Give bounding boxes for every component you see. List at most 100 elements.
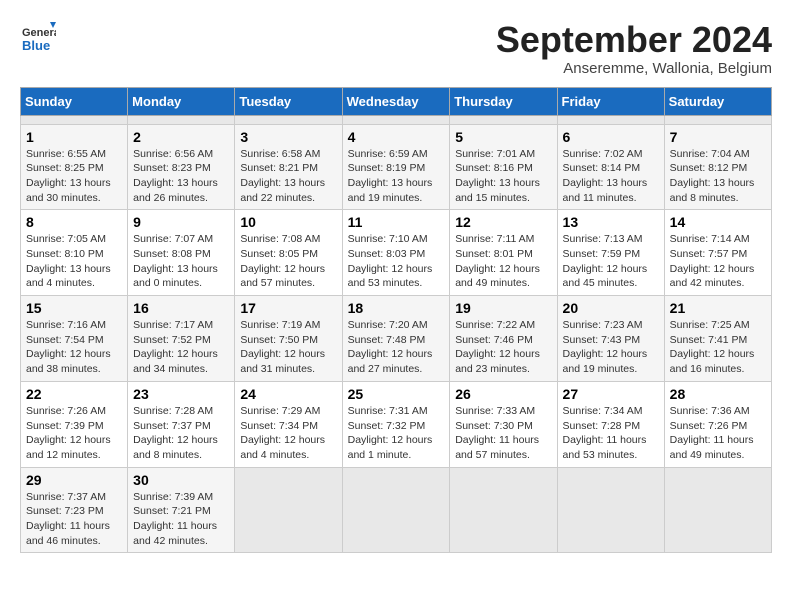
day-number: 26 [455, 386, 551, 402]
calendar-cell: 9Sunrise: 7:07 AM Sunset: 8:08 PM Daylig… [128, 210, 235, 296]
day-number: 8 [26, 214, 122, 230]
day-number: 24 [240, 386, 336, 402]
calendar-cell: 5 Sunrise: 7:01 AM Sunset: 8:16 PM Daylig… [450, 124, 557, 210]
day-number: 9 [133, 214, 229, 230]
title-area: September 2024 Anseremme, Wallonia, Belg… [496, 20, 772, 77]
day-number: 10 [240, 214, 336, 230]
calendar-cell: 28Sunrise: 7:36 AM Sunset: 7:26 PM Dayli… [664, 381, 771, 467]
calendar-cell: 18 Sunrise: 7:20 AM Sunset: 7:48 PM Dayli… [342, 296, 450, 382]
calendar-cell: 16 Sunrise: 7:17 AM Sunset: 7:52 PM Dayli… [128, 296, 235, 382]
day-number: 15 [26, 300, 122, 316]
calendar-cell: 12 Sunrise: 7:11 AM Sunset: 8:01 PM Dayli… [450, 210, 557, 296]
calendar-cell: 27 Sunrise: 7:34 AM Sunset: 7:28 PM Dayli… [557, 381, 664, 467]
calendar-cell: 4Sunrise: 6:59 AM Sunset: 8:19 PM Daylig… [342, 124, 450, 210]
day-number: 5 [455, 129, 551, 145]
col-header-wednesday: Wednesday [342, 87, 450, 115]
day-info: Sunrise: 7:20 AM Sunset: 7:48 PM Dayligh… [348, 318, 445, 377]
calendar-cell: 13 Sunrise: 7:13 AM Sunset: 7:59 PM Dayli… [557, 210, 664, 296]
calendar-cell: 7 Sunrise: 7:04 AM Sunset: 8:12 PM Daylig… [664, 124, 771, 210]
calendar-cell: 19Sunrise: 7:22 AM Sunset: 7:46 PM Dayli… [450, 296, 557, 382]
calendar-cell [342, 115, 450, 124]
day-info: Sunrise: 7:14 AM Sunset: 7:57 PM Dayligh… [670, 232, 766, 291]
day-info: Sunrise: 7:08 AM Sunset: 8:05 PM Dayligh… [240, 232, 336, 291]
calendar-cell [557, 467, 664, 553]
day-number: 19 [455, 300, 551, 316]
calendar-cell: 10 Sunrise: 7:08 AM Sunset: 8:05 PM Dayli… [235, 210, 342, 296]
day-info: Sunrise: 7:11 AM Sunset: 8:01 PM Dayligh… [455, 232, 551, 291]
day-number: 22 [26, 386, 122, 402]
day-number: 16 [133, 300, 229, 316]
logo-svg: General Blue [20, 20, 56, 56]
day-info: Sunrise: 7:36 AM Sunset: 7:26 PM Dayligh… [670, 404, 766, 463]
day-info: Sunrise: 7:23 AM Sunset: 7:43 PM Dayligh… [563, 318, 659, 377]
day-info: Sunrise: 7:04 AM Sunset: 8:12 PM Dayligh… [670, 147, 766, 206]
day-info: Sunrise: 7:33 AM Sunset: 7:30 PM Dayligh… [455, 404, 551, 463]
day-info: Sunrise: 7:13 AM Sunset: 7:59 PM Dayligh… [563, 232, 659, 291]
calendar-cell [664, 115, 771, 124]
day-info: Sunrise: 7:17 AM Sunset: 7:52 PM Dayligh… [133, 318, 229, 377]
day-number: 17 [240, 300, 336, 316]
calendar-cell [21, 115, 128, 124]
day-number: 30 [133, 472, 229, 488]
day-number: 18 [348, 300, 445, 316]
calendar-cell: 17 Sunrise: 7:19 AM Sunset: 7:50 PM Dayli… [235, 296, 342, 382]
day-info: Sunrise: 6:58 AM Sunset: 8:21 PM Dayligh… [240, 147, 336, 206]
calendar-cell: 1Sunrise: 6:55 AM Sunset: 8:25 PM Daylig… [21, 124, 128, 210]
calendar-cell: 15 Sunrise: 7:16 AM Sunset: 7:54 PM Dayli… [21, 296, 128, 382]
day-number: 1 [26, 129, 122, 145]
day-number: 7 [670, 129, 766, 145]
calendar-table: SundayMondayTuesdayWednesdayThursdayFrid… [20, 87, 772, 554]
calendar-cell [450, 467, 557, 553]
day-info: Sunrise: 7:19 AM Sunset: 7:50 PM Dayligh… [240, 318, 336, 377]
day-info: Sunrise: 6:56 AM Sunset: 8:23 PM Dayligh… [133, 147, 229, 206]
calendar-cell: 14Sunrise: 7:14 AM Sunset: 7:57 PM Dayli… [664, 210, 771, 296]
day-info: Sunrise: 7:34 AM Sunset: 7:28 PM Dayligh… [563, 404, 659, 463]
calendar-cell [342, 467, 450, 553]
day-number: 21 [670, 300, 766, 316]
day-number: 20 [563, 300, 659, 316]
calendar-cell: 24Sunrise: 7:29 AM Sunset: 7:34 PM Dayli… [235, 381, 342, 467]
calendar-cell: 30Sunrise: 7:39 AM Sunset: 7:21 PM Dayli… [128, 467, 235, 553]
calendar-cell: 26 Sunrise: 7:33 AM Sunset: 7:30 PM Dayli… [450, 381, 557, 467]
day-info: Sunrise: 7:10 AM Sunset: 8:03 PM Dayligh… [348, 232, 445, 291]
day-info: Sunrise: 6:59 AM Sunset: 8:19 PM Dayligh… [348, 147, 445, 206]
day-info: Sunrise: 7:31 AM Sunset: 7:32 PM Dayligh… [348, 404, 445, 463]
day-number: 2 [133, 129, 229, 145]
day-info: Sunrise: 7:01 AM Sunset: 8:16 PM Dayligh… [455, 147, 551, 206]
calendar-cell: 11 Sunrise: 7:10 AM Sunset: 8:03 PM Dayli… [342, 210, 450, 296]
day-info: Sunrise: 7:28 AM Sunset: 7:37 PM Dayligh… [133, 404, 229, 463]
day-number: 3 [240, 129, 336, 145]
day-number: 13 [563, 214, 659, 230]
calendar-cell [664, 467, 771, 553]
logo: General Blue [20, 20, 56, 56]
col-header-thursday: Thursday [450, 87, 557, 115]
calendar-cell: 20 Sunrise: 7:23 AM Sunset: 7:43 PM Dayli… [557, 296, 664, 382]
calendar-cell [450, 115, 557, 124]
day-number: 11 [348, 214, 445, 230]
day-info: Sunrise: 7:37 AM Sunset: 7:23 PM Dayligh… [26, 490, 122, 549]
calendar-cell: 8 Sunrise: 7:05 AM Sunset: 8:10 PM Daylig… [21, 210, 128, 296]
day-number: 6 [563, 129, 659, 145]
calendar-cell: 29 Sunrise: 7:37 AM Sunset: 7:23 PM Dayli… [21, 467, 128, 553]
day-info: Sunrise: 7:05 AM Sunset: 8:10 PM Dayligh… [26, 232, 122, 291]
calendar-cell [128, 115, 235, 124]
day-info: Sunrise: 7:16 AM Sunset: 7:54 PM Dayligh… [26, 318, 122, 377]
day-number: 23 [133, 386, 229, 402]
day-info: Sunrise: 7:02 AM Sunset: 8:14 PM Dayligh… [563, 147, 659, 206]
col-header-tuesday: Tuesday [235, 87, 342, 115]
day-number: 25 [348, 386, 445, 402]
col-header-sunday: Sunday [21, 87, 128, 115]
day-info: Sunrise: 7:26 AM Sunset: 7:39 PM Dayligh… [26, 404, 122, 463]
calendar-cell: 22 Sunrise: 7:26 AM Sunset: 7:39 PM Dayli… [21, 381, 128, 467]
calendar-cell: 3 Sunrise: 6:58 AM Sunset: 8:21 PM Daylig… [235, 124, 342, 210]
col-header-friday: Friday [557, 87, 664, 115]
page-subtitle: Anseremme, Wallonia, Belgium [496, 60, 772, 77]
calendar-cell: 6 Sunrise: 7:02 AM Sunset: 8:14 PM Daylig… [557, 124, 664, 210]
day-info: Sunrise: 7:25 AM Sunset: 7:41 PM Dayligh… [670, 318, 766, 377]
day-number: 12 [455, 214, 551, 230]
calendar-cell: 21 Sunrise: 7:25 AM Sunset: 7:41 PM Dayli… [664, 296, 771, 382]
page-header: General Blue September 2024 Anseremme, W… [20, 20, 772, 77]
day-number: 27 [563, 386, 659, 402]
day-number: 29 [26, 472, 122, 488]
calendar-cell [557, 115, 664, 124]
